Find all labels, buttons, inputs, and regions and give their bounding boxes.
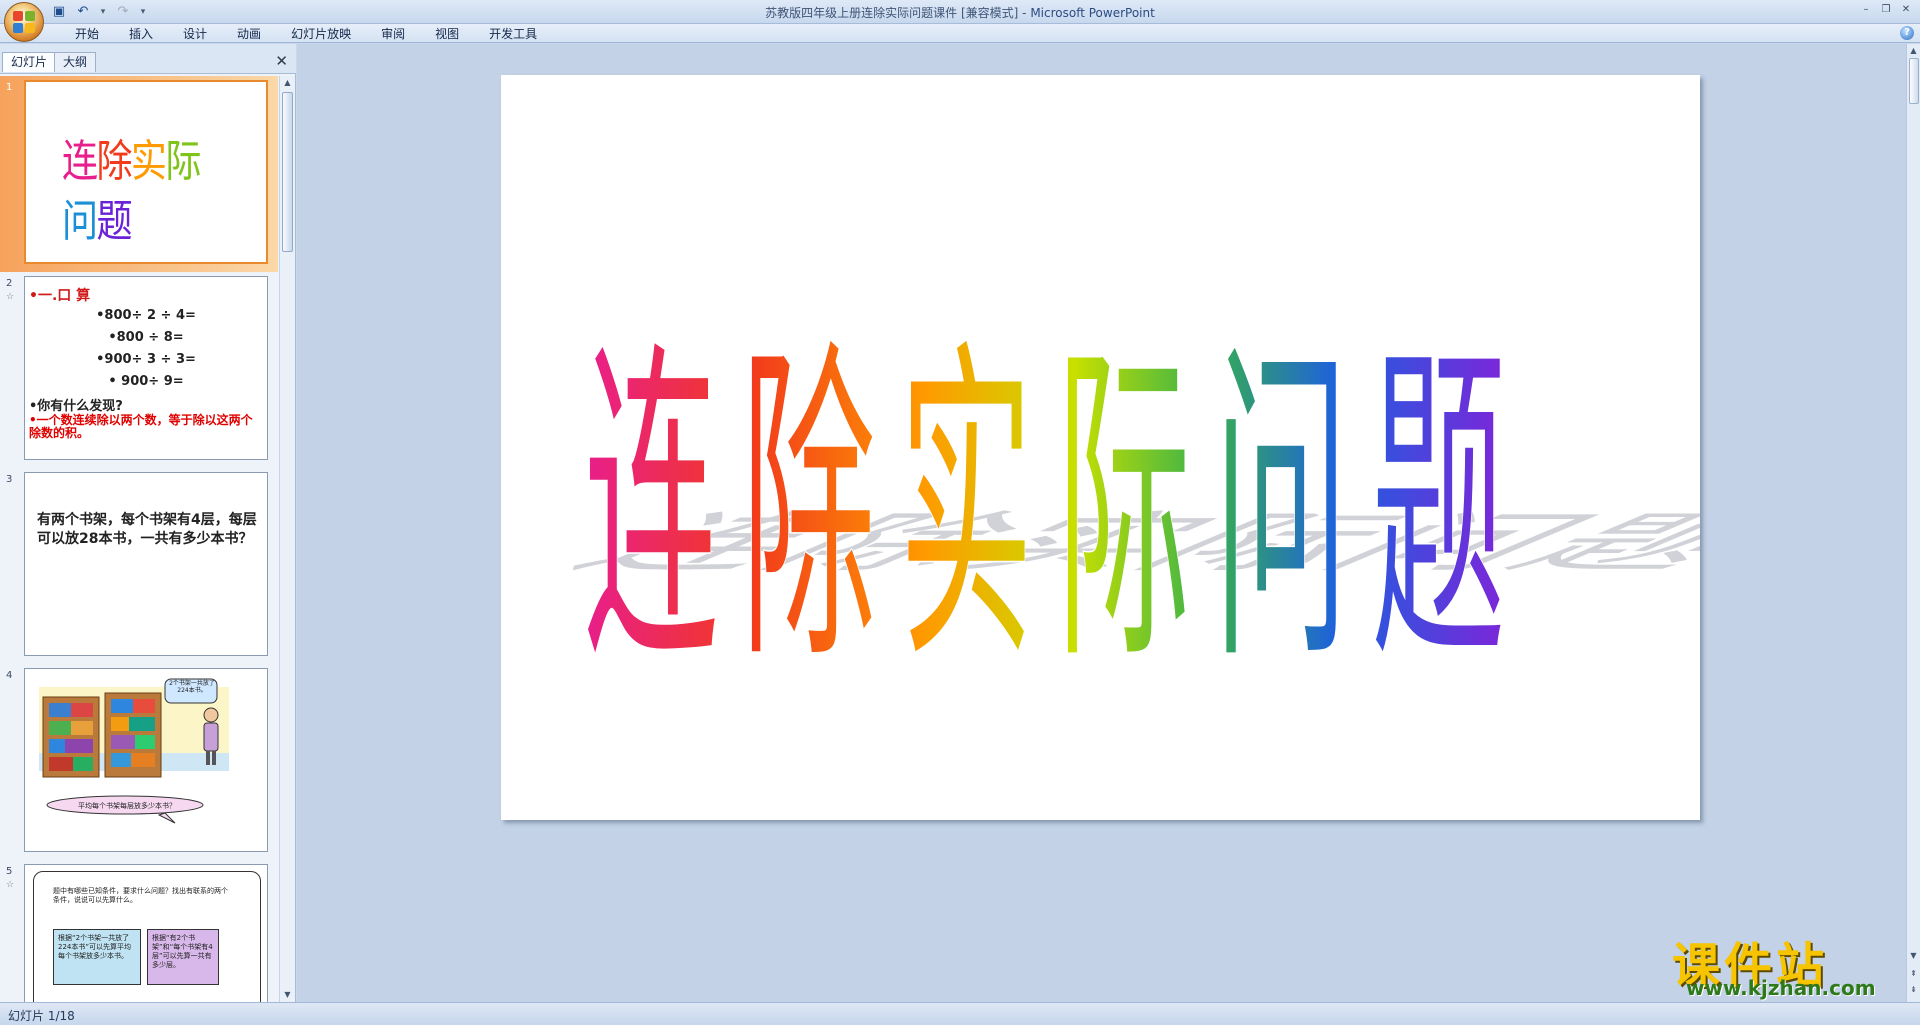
document-title: 苏教版四年级上册连除实际问题课件 [兼容模式] [765,6,1019,20]
app-name: Microsoft PowerPoint [1030,6,1155,20]
ribbon: 开始 插入 设计 动画 幻灯片放映 审阅 视图 开发工具 ? [0,24,1920,43]
close-window-icon[interactable]: ✕ [1898,3,1914,17]
thumb-line: •800 ÷ 8= [108,330,184,345]
tab-developer[interactable]: 开发工具 [474,26,552,42]
next-slide-icon[interactable]: ⇟ [1907,983,1920,996]
title-char: 题 [96,196,132,247]
scroll-up-icon[interactable]: ▲ [280,76,295,90]
thumb-line: • 900÷ 9= [108,374,184,389]
editor-scroll-up-icon[interactable]: ▲ [1907,44,1920,57]
thumb-question: •你有什么发现? [29,399,123,414]
thumbnail-scrollbar[interactable]: ▲ ▼ [279,76,295,1002]
tab-design[interactable]: 设计 [168,26,222,42]
tab-review[interactable]: 审阅 [366,26,420,42]
current-slide[interactable]: 连除实际问题 连除实际问题 [501,75,1834,820]
title-separator: - [1018,6,1031,20]
slide-number: 5 [6,866,13,877]
thumb-text: 有两个书架，每个书架有4层，每层可以放28本书，一共有多少本书？ [37,512,257,547]
bookshelf-left [42,696,100,778]
status-bar: 幻灯片 1/18 [0,1002,1920,1025]
scroll-down-icon[interactable]: ▼ [280,988,295,1002]
close-icon[interactable]: ✕ [275,53,288,69]
slide-number: 3 [6,474,13,485]
thumbnail-image: •一.口 算 •800÷ 2 ÷ 4= •800 ÷ 8= •900÷ 3 ÷ … [24,276,268,460]
slide-thumbnail-4[interactable]: 4 2个书架一共放了224本书。 平均每个书架每层放多少本书？ [0,664,278,860]
thumbnail-image: 2个书架一共放了224本书。 平均每个书架每层放多少本书？ [24,668,268,852]
slide-thumbnails: 1 连除实际问题 2 ☆ •一.口 算 •800÷ 2 ÷ 4= •800 ÷ … [0,76,278,1002]
editor-scroll-thumb[interactable] [1909,58,1919,104]
title-char: 际 [165,136,201,187]
window-controls: – ❐ ✕ [1858,3,1914,17]
tab-insert[interactable]: 插入 [114,26,168,42]
thumb-box-right: 根据“有2个书架”和“每个书架有4层”可以先算一共有多少层。 [147,929,219,985]
scroll-thumb[interactable] [282,92,293,252]
site-watermark: 课件站 www.kjzhan.com [1672,926,1900,1006]
slide-title-text: 连除实际问题 [584,312,1529,706]
title-bar: ▣ ↶ ▾ ↷ ▾ 苏教版四年级上册连除实际问题课件 [兼容模式] - Micr… [0,0,1920,42]
tab-slide-show[interactable]: 幻灯片放映 [276,26,366,42]
slide-canvas: 连除实际问题 连除实际问题 [534,312,1834,707]
thumb-title: 连除实际问题 [62,132,229,252]
animation-star-icon: ☆ [6,292,15,302]
editor-scroll-down-icon[interactable]: ▼ [1907,949,1920,962]
wordart-title: 连除实际问题 [583,312,1529,707]
slide-counter: 幻灯片 1/18 [8,1009,75,1023]
tab-view[interactable]: 视图 [420,26,474,42]
thumb-intro: 题中有哪些已知条件，要求什么问题？找出有联系的两个条件，说说可以先算什么。 [53,887,228,904]
help-icon[interactable]: ? [1900,26,1914,40]
title-char: 实 [130,136,167,187]
panel-tabs: 幻灯片 大纲 ✕ [0,44,296,74]
minimize-icon[interactable]: – [1858,3,1874,17]
thumb-bubble-text: 2个书架一共放了224本书。 [169,680,215,694]
window-title: 苏教版四年级上册连除实际问题课件 [兼容模式] - Microsoft Powe… [0,4,1920,21]
title-char: 连 [62,136,98,187]
ribbon-tabs: 开始 插入 设计 动画 幻灯片放映 审阅 视图 开发工具 [60,26,552,42]
tab-home[interactable]: 开始 [60,26,114,42]
slide-number: 2 [6,278,13,289]
tab-slides[interactable]: 幻灯片 [2,52,57,72]
bookshelf-right [104,692,162,778]
thumb-prompt-text: 平均每个书架每层放多少本书？ [78,802,176,810]
thumbnail-image: 连除实际问题 [24,80,268,264]
watermark-url: www.kjzhan.com [1686,976,1876,1000]
thumb-line: •900÷ 3 ÷ 3= [96,352,196,367]
thumb-answer: •一个数连续除以两个数，等于除以这两个除数的积。 [29,413,253,440]
previous-slide-icon[interactable]: ⇞ [1907,967,1920,980]
slide-thumbnail-1[interactable]: 1 连除实际问题 [0,76,278,272]
slides-panel: 幻灯片 大纲 ✕ 1 连除实际问题 2 ☆ •一.口 算 •800÷ 2 ÷ 4… [0,44,296,1002]
animation-star-icon: ☆ [6,880,15,890]
slide-editor: 连除实际问题 连除实际问题 [297,44,1906,1002]
tab-outline[interactable]: 大纲 [54,52,97,72]
bookshelf-illustration [39,678,229,824]
tab-animations[interactable]: 动画 [222,26,276,42]
thumbnail-image: 题中有哪些已知条件，要求什么问题？找出有联系的两个条件，说说可以先算什么。 根据… [24,864,268,1002]
slide-thumbnail-3[interactable]: 3 有两个书架，每个书架有4层，每层可以放28本书，一共有多少本书？ [0,468,278,664]
slide-number: 4 [6,670,13,681]
title-char: 问 [62,196,98,247]
slide-number: 1 [6,82,13,93]
thumb-heading: •一.口 算 [29,288,91,304]
editor-scrollbar[interactable]: ▲ ▼ ⇞ ⇟ [1906,44,1920,1002]
slide-thumbnail-2[interactable]: 2 ☆ •一.口 算 •800÷ 2 ÷ 4= •800 ÷ 8= •900÷ … [0,272,278,468]
office-logo-icon [13,11,35,33]
title-char: 除 [96,136,132,187]
office-button[interactable] [4,2,44,42]
thumb-line: •800÷ 2 ÷ 4= [96,308,196,323]
slide-thumbnail-5[interactable]: 5 ☆ 题中有哪些已知条件，要求什么问题？找出有联系的两个条件，说说可以先算什么… [0,860,278,1002]
thumbnail-image: 有两个书架，每个书架有4层，每层可以放28本书，一共有多少本书？ [24,472,268,656]
thumb-box-left: 根据“2个书架一共放了224本书”可以先算平均每个书架放多少本书。 [53,929,141,985]
restore-icon[interactable]: ❐ [1878,3,1894,17]
